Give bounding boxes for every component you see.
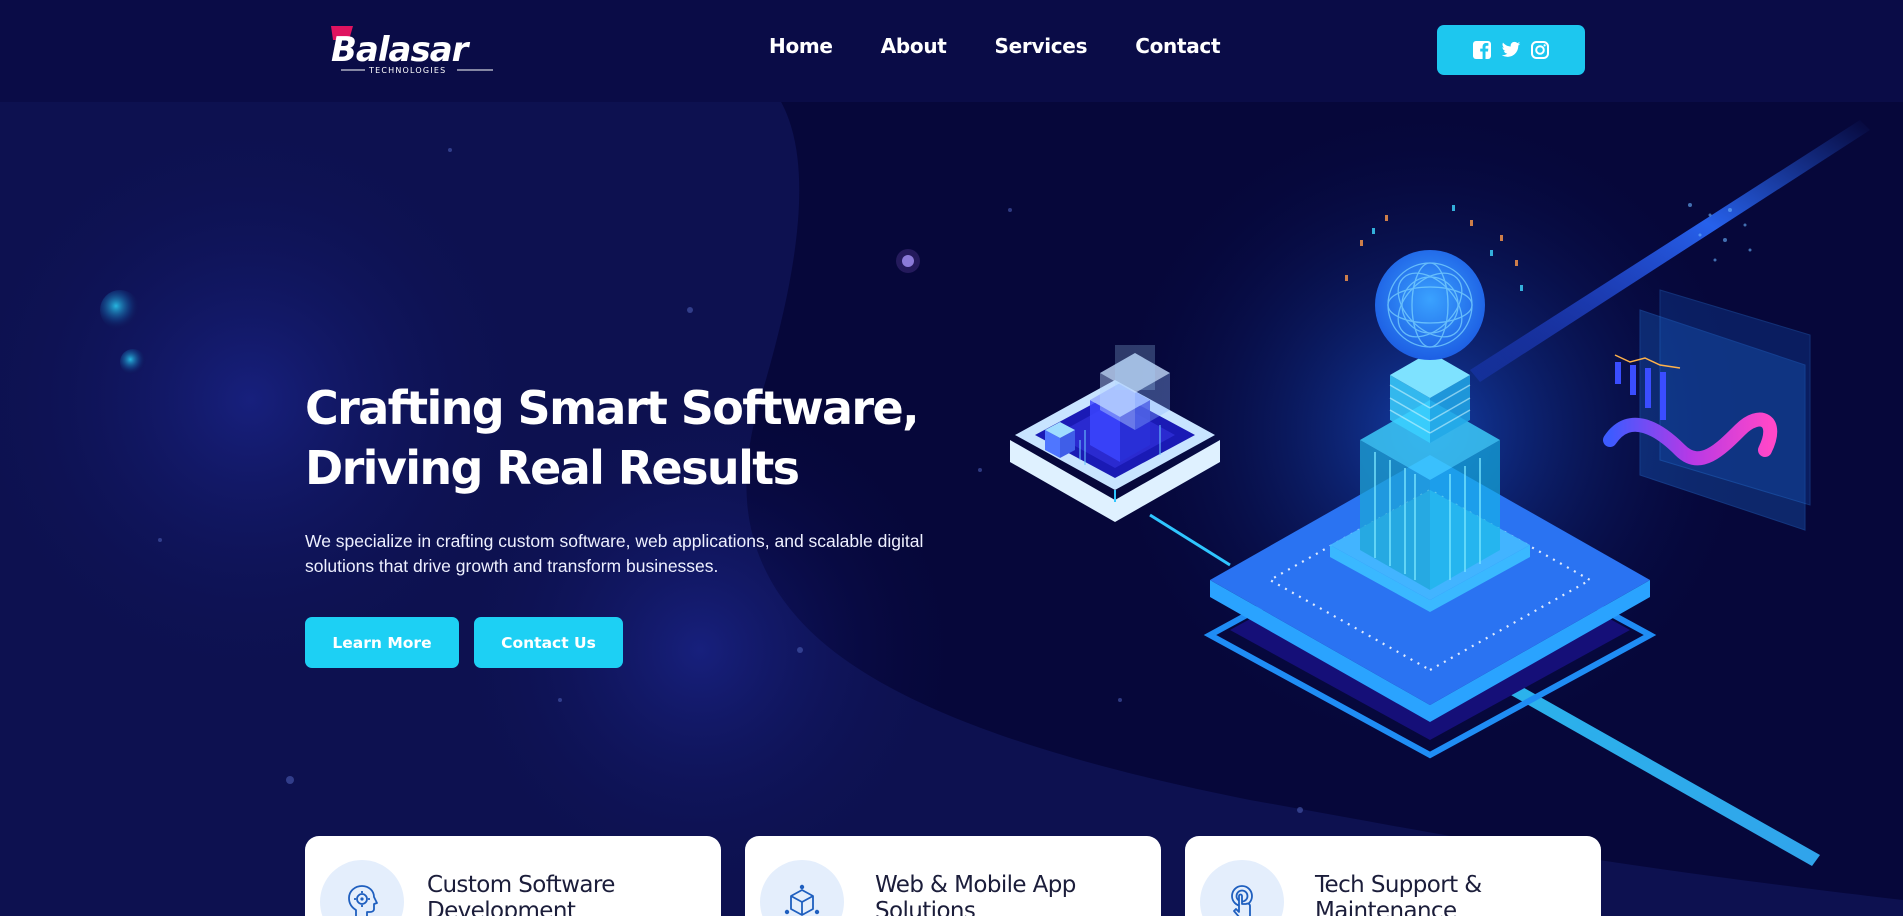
- svg-text:TECHNOLOGIES: TECHNOLOGIES: [368, 66, 446, 75]
- hero-illustration: [1010, 110, 1870, 866]
- service-card-custom-software[interactable]: Custom Software Development: [305, 836, 721, 916]
- svg-text:Balasar: Balasar: [331, 30, 471, 70]
- nav-link-about[interactable]: About: [881, 34, 947, 58]
- hero-title-line-2: Driving Real Results: [305, 441, 800, 495]
- navbar: Balasar TECHNOLOGIES Home About Services…: [0, 0, 1903, 102]
- facebook-square-icon[interactable]: [1472, 40, 1492, 60]
- hero-description: We specialize in crafting custom softwar…: [305, 531, 924, 576]
- service-icon-wrap: [760, 860, 844, 916]
- hero-title: Crafting Smart Software, Driving Real Re…: [305, 378, 945, 498]
- brand-logo[interactable]: Balasar TECHNOLOGIES: [327, 24, 497, 76]
- service-card-title: Custom Software Development: [427, 872, 615, 916]
- twitter-icon[interactable]: [1501, 40, 1521, 60]
- ai-gear-head-icon: [348, 885, 378, 916]
- service-icon-wrap: [1200, 860, 1284, 916]
- page: Balasar TECHNOLOGIES Home About Services…: [0, 0, 1903, 916]
- nav-link-contact[interactable]: Contact: [1135, 34, 1220, 58]
- contact-us-button[interactable]: Contact Us: [474, 617, 623, 668]
- hero-title-line-1: Crafting Smart Software,: [305, 381, 920, 435]
- nav-link-home[interactable]: Home: [769, 34, 833, 58]
- touch-support-icon: [1231, 885, 1253, 916]
- instagram-icon[interactable]: [1530, 40, 1550, 60]
- main-nav: Home About Services Contact: [769, 34, 1221, 58]
- service-card-web-mobile[interactable]: Web & Mobile App Solutions: [745, 836, 1161, 916]
- learn-more-button[interactable]: Learn More: [305, 617, 459, 668]
- service-card-tech-support[interactable]: Tech Support & Maintenance: [1185, 836, 1601, 916]
- nav-link-services[interactable]: Services: [995, 34, 1088, 58]
- social-links: [1437, 25, 1585, 75]
- service-icon-wrap: [320, 860, 404, 916]
- cube-network-icon: [784, 884, 820, 916]
- service-card-title: Web & Mobile App Solutions: [875, 872, 1076, 916]
- service-card-title: Tech Support & Maintenance: [1315, 872, 1482, 916]
